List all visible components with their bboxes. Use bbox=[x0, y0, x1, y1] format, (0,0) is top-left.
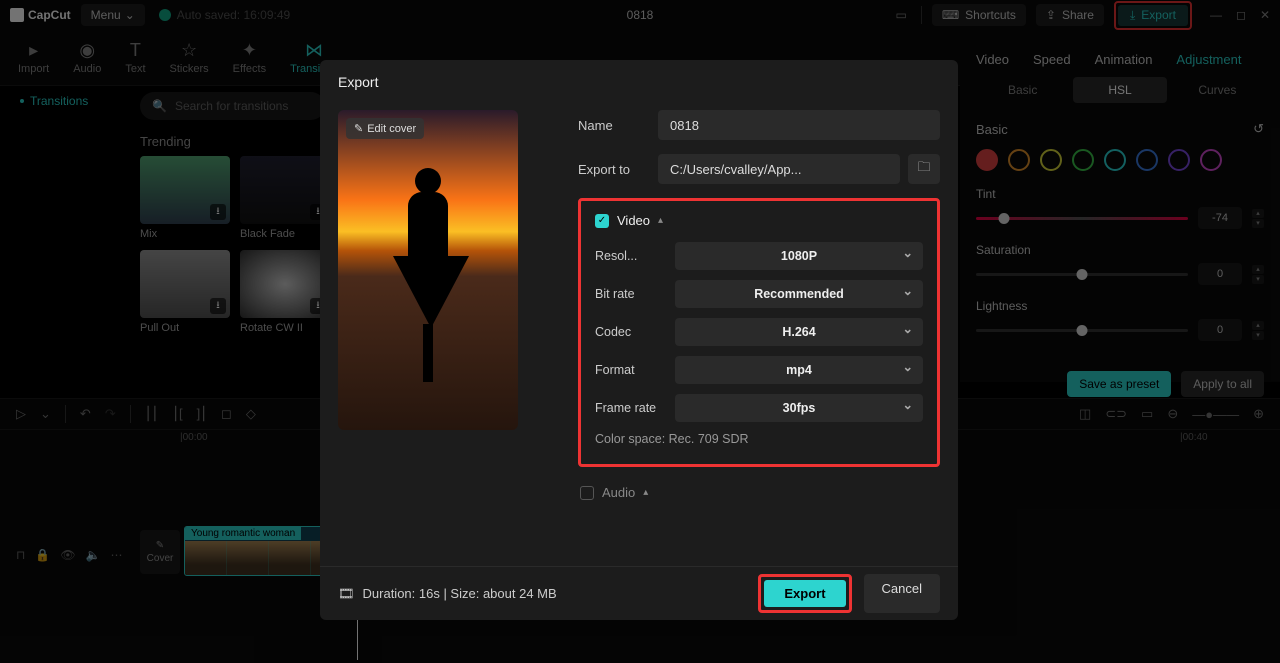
codec-dropdown[interactable]: H.264 bbox=[675, 318, 923, 346]
cancel-button[interactable]: Cancel bbox=[864, 574, 940, 613]
framerate-dropdown[interactable]: 30fps bbox=[675, 394, 923, 422]
video-settings-highlight: ✓ Video ▴ Resol...1080P Bit rateRecommende… bbox=[578, 198, 940, 467]
audio-checkbox[interactable] bbox=[580, 486, 594, 500]
bitrate-dropdown[interactable]: Recommended bbox=[675, 280, 923, 308]
audio-section[interactable]: Audio ▴ bbox=[578, 485, 940, 500]
framerate-label: Frame rate bbox=[595, 401, 675, 415]
export-to-input[interactable]: C:/Users/cvalley/App... bbox=[658, 154, 900, 184]
caret-up-icon[interactable]: ▴ bbox=[658, 215, 663, 226]
video-section-label: Video bbox=[617, 213, 650, 228]
resolution-dropdown[interactable]: 1080P bbox=[675, 242, 923, 270]
pencil-icon: ✎ bbox=[354, 122, 363, 135]
export-confirm-button[interactable]: Export bbox=[764, 580, 845, 607]
format-dropdown[interactable]: mp4 bbox=[675, 356, 923, 384]
export-button-highlight: Export bbox=[758, 574, 851, 613]
colorspace-label: Color space: Rec. 709 SDR bbox=[595, 432, 923, 446]
caret-up-icon: ▴ bbox=[643, 487, 648, 498]
video-checkbox[interactable]: ✓ bbox=[595, 214, 609, 228]
resolution-label: Resol... bbox=[595, 249, 675, 263]
folder-icon: 🗀 bbox=[917, 158, 930, 180]
audio-label: Audio bbox=[602, 485, 635, 500]
name-input[interactable]: 0818 bbox=[658, 110, 940, 140]
film-icon: 🎞 bbox=[338, 586, 355, 602]
edit-cover-button[interactable]: ✎Edit cover bbox=[346, 118, 424, 139]
export-info: 🎞Duration: 16s | Size: about 24 MB bbox=[338, 586, 557, 602]
cover-preview: ✎Edit cover bbox=[338, 110, 518, 430]
bitrate-label: Bit rate bbox=[595, 287, 675, 301]
export-to-label: Export to bbox=[578, 162, 658, 177]
name-label: Name bbox=[578, 118, 658, 133]
browse-folder-button[interactable]: 🗀 bbox=[908, 154, 940, 184]
format-label: Format bbox=[595, 363, 675, 377]
modal-title: Export bbox=[320, 60, 958, 104]
codec-label: Codec bbox=[595, 325, 675, 339]
silhouette-figure bbox=[393, 168, 463, 388]
export-modal: Export ✎Edit cover Name 0818 Export to C… bbox=[320, 60, 958, 620]
